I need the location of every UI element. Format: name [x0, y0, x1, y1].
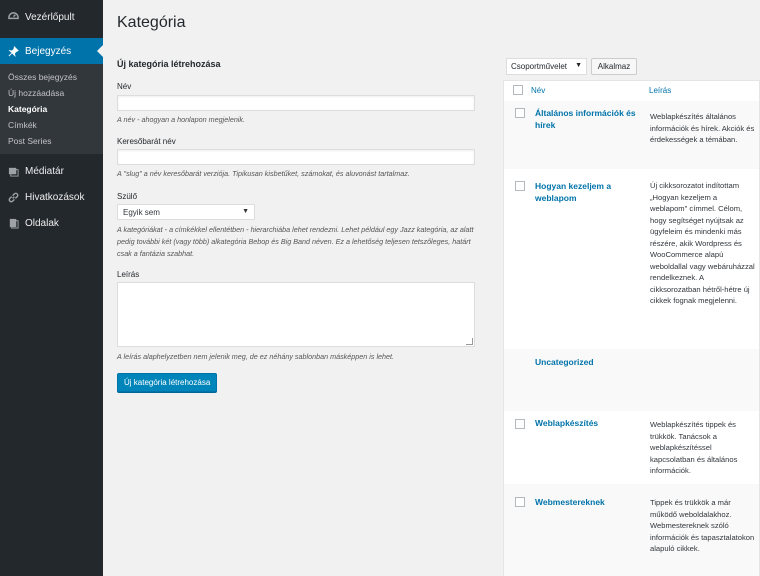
apply-button[interactable]: Alkalmaz	[591, 58, 637, 75]
row-checkbox[interactable]	[515, 108, 525, 118]
media-icon	[7, 165, 19, 177]
bulk-action-select[interactable]: Csoportművelet ▼	[506, 58, 587, 75]
table-row: Hogyan kezeljem a weblapom Új cikksoroza…	[503, 169, 760, 349]
chevron-down-icon: ▼	[575, 62, 582, 69]
slug-description: A "slug" a név keresőbarát verziója. Tip…	[117, 169, 410, 178]
main-content: Kategória Új kategória létrehozása Név A…	[103, 0, 760, 576]
row-checkbox[interactable]	[515, 181, 525, 191]
add-category-button[interactable]: Új kategória létrehozása	[117, 373, 218, 392]
name-description: A név - ahogyan a honlapon megjelenik.	[117, 115, 245, 124]
menu-dashboard-label: Vezérlőpult	[25, 11, 75, 23]
page-title: Kategória	[117, 14, 186, 31]
table-header: Név Leírás	[503, 80, 760, 102]
category-description: Weblapkészítés általános információk és …	[650, 112, 755, 144]
category-name-link[interactable]: Weblapkészítés	[535, 417, 645, 429]
category-name-link[interactable]: Webmestereknek	[535, 496, 645, 508]
submenu-categories[interactable]: Kategória	[0, 101, 103, 117]
category-description: Tippek és trükkök a már működő weboldala…	[650, 498, 755, 553]
parent-select[interactable]: Egyik sem ▼	[117, 204, 255, 220]
table-row: Webmestereknek Tippek és trükkök a már m…	[503, 484, 760, 576]
table-row: Weblapkészítés Weblapkészítés tippek és …	[503, 411, 760, 484]
category-name-link[interactable]: Általános információk és hírek	[535, 107, 645, 131]
menu-posts[interactable]: Bejegyzés	[0, 38, 103, 64]
table-row: Általános információk és hírek Weblapkés…	[503, 101, 760, 169]
description-help: A leírás alaphelyzetben nem jelenik meg,…	[117, 352, 395, 361]
select-all-checkbox[interactable]	[513, 85, 523, 95]
description-textarea[interactable]	[117, 282, 475, 347]
menu-pages-label: Oldalak	[25, 217, 59, 229]
bulk-action-value: Csoportművelet	[511, 62, 568, 71]
category-name-link[interactable]: Hogyan kezeljem a weblapom	[535, 180, 645, 204]
admin-sidebar: Vezérlőpult Bejegyzés Összes bejegyzés Ú…	[0, 0, 103, 576]
menu-links-label: Hivatkozások	[25, 191, 85, 203]
category-name-link[interactable]: Uncategorized	[535, 356, 645, 368]
categories-table: Név Leírás	[503, 80, 760, 102]
slug-label: Keresőbarát név	[117, 137, 176, 146]
chevron-down-icon: ▼	[242, 208, 249, 215]
category-description: Weblapkészítés tippek és trükkök. Tanács…	[650, 420, 738, 475]
description-label: Leírás	[117, 270, 140, 279]
row-checkbox[interactable]	[515, 497, 525, 507]
parent-select-value: Egyik sem	[123, 208, 160, 217]
submenu-add-new[interactable]: Új hozzáadása	[0, 85, 103, 101]
submenu-all-posts[interactable]: Összes bejegyzés	[0, 69, 103, 85]
menu-posts-label: Bejegyzés	[25, 45, 72, 57]
name-label: Név	[117, 82, 132, 91]
menu-pages[interactable]: Oldalak	[0, 210, 103, 236]
link-icon	[7, 191, 19, 203]
posts-submenu: Összes bejegyzés Új hozzáadása Kategória…	[0, 64, 103, 154]
slug-input[interactable]	[117, 149, 475, 165]
table-row: Uncategorized	[503, 349, 760, 411]
add-category-heading: Új kategória létrehozása	[117, 59, 221, 69]
menu-media[interactable]: Médiatár	[0, 158, 103, 184]
dashboard-icon	[7, 11, 19, 23]
menu-dashboard[interactable]: Vezérlőpult	[0, 4, 103, 30]
parent-label: Szülő	[117, 192, 138, 201]
parent-description: A kategóriákat - a címkékkel ellentétben…	[117, 225, 474, 258]
submenu-post-series[interactable]: Post Series	[0, 133, 103, 149]
pages-icon	[7, 217, 19, 229]
menu-media-label: Médiatár	[25, 165, 64, 177]
category-description: Új cikksorozatot indítottam „Hogyan keze…	[650, 181, 755, 305]
submenu-tags[interactable]: Címkék	[0, 117, 103, 133]
column-name-header[interactable]: Név	[531, 86, 545, 95]
menu-links[interactable]: Hivatkozások	[0, 184, 103, 210]
column-description-header[interactable]: Leírás	[649, 86, 671, 95]
pushpin-icon	[7, 45, 19, 57]
row-checkbox[interactable]	[515, 419, 525, 429]
resize-handle-icon[interactable]	[466, 338, 473, 345]
name-input[interactable]	[117, 95, 475, 111]
